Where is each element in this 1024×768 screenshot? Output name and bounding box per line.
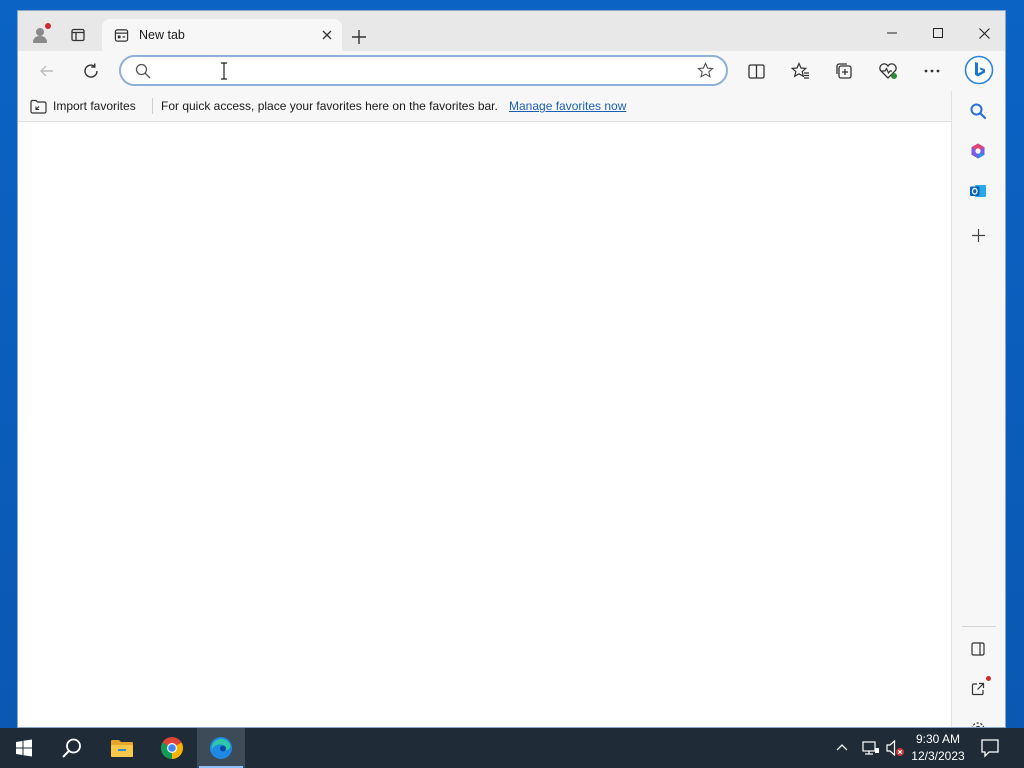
sidebar-add-button[interactable] bbox=[965, 222, 991, 248]
refresh-button[interactable] bbox=[76, 56, 106, 86]
outlook-icon bbox=[970, 185, 986, 197]
edge-icon bbox=[210, 737, 232, 759]
file-explorer-icon bbox=[111, 740, 133, 757]
split-screen-icon bbox=[747, 63, 765, 79]
microsoft-365-icon bbox=[971, 143, 985, 159]
taskbar-search-button[interactable] bbox=[48, 728, 96, 768]
start-button[interactable] bbox=[0, 728, 48, 768]
sidebar-settings-button[interactable] bbox=[965, 716, 991, 727]
minimize-button[interactable] bbox=[869, 19, 915, 47]
navigation-bar bbox=[18, 51, 1005, 91]
refresh-icon bbox=[84, 63, 98, 78]
back-icon bbox=[40, 65, 53, 77]
settings-and-more-button[interactable] bbox=[917, 57, 947, 85]
new-tab-button[interactable] bbox=[347, 25, 371, 49]
search-icon bbox=[135, 63, 151, 82]
back-button[interactable] bbox=[32, 56, 62, 86]
favorites-bar-message: For quick access, place your favorites h… bbox=[161, 99, 498, 113]
hide-sidebar-icon bbox=[971, 642, 985, 656]
minimize-icon bbox=[887, 32, 897, 34]
page-content bbox=[18, 122, 951, 727]
collections-button[interactable] bbox=[829, 57, 859, 85]
add-favorite-button[interactable] bbox=[697, 62, 714, 82]
tab-title: New tab bbox=[139, 28, 185, 42]
profile-button[interactable] bbox=[26, 21, 54, 49]
edge-sidebar bbox=[951, 91, 1005, 727]
workspaces-icon bbox=[71, 28, 85, 42]
collections-icon bbox=[836, 63, 852, 79]
star-icon bbox=[697, 62, 714, 78]
search-icon bbox=[62, 738, 81, 758]
clock-time: 9:30 AM bbox=[915, 732, 961, 746]
favorites-bar: Import favorites For quick access, place… bbox=[18, 91, 951, 122]
browser-essentials-icon bbox=[879, 63, 897, 79]
favorites-icon bbox=[790, 62, 809, 79]
taskbar-file-explorer[interactable] bbox=[98, 728, 146, 768]
workspaces-button[interactable] bbox=[64, 21, 92, 49]
network-icon bbox=[862, 741, 879, 755]
network-status[interactable] bbox=[862, 740, 880, 759]
tab-close-button[interactable] bbox=[318, 26, 336, 44]
favorites-button[interactable] bbox=[785, 57, 815, 85]
copilot-icon bbox=[964, 55, 994, 85]
taskbar-clock[interactable]: 9:30 AM 12/3/2023 bbox=[904, 731, 972, 765]
clock-date: 12/3/2023 bbox=[911, 749, 965, 763]
split-screen-button[interactable] bbox=[741, 57, 771, 85]
maximize-icon bbox=[933, 28, 943, 38]
open-external-icon bbox=[971, 682, 985, 696]
address-input[interactable] bbox=[161, 61, 685, 83]
tab-strip: New tab bbox=[18, 11, 1005, 51]
manage-favorites-link[interactable]: Manage favorites now bbox=[509, 99, 626, 113]
chrome-icon bbox=[161, 737, 183, 759]
tab-new-tab[interactable]: New tab bbox=[102, 19, 342, 51]
open-external-button[interactable] bbox=[965, 676, 991, 702]
show-hidden-icons-button[interactable] bbox=[836, 740, 848, 754]
close-window-button[interactable] bbox=[961, 19, 1005, 47]
notification-dot bbox=[986, 676, 991, 681]
taskbar-chrome[interactable] bbox=[148, 728, 196, 768]
start-icon bbox=[16, 739, 32, 757]
taskbar: 9:30 AM 12/3/2023 bbox=[0, 728, 1024, 768]
volume-status[interactable] bbox=[885, 739, 905, 760]
sidebar-microsoft-365-button[interactable] bbox=[965, 138, 991, 164]
sidebar-search-button[interactable] bbox=[965, 98, 991, 124]
browser-essentials-button[interactable] bbox=[873, 57, 903, 85]
action-center-button[interactable] bbox=[980, 738, 1000, 761]
browser-window: New tab Import favorites For quick acces… bbox=[17, 10, 1006, 728]
import-favorites-icon bbox=[30, 99, 47, 114]
close-icon bbox=[978, 27, 990, 39]
favorites-divider bbox=[152, 98, 153, 114]
notification-icon bbox=[981, 739, 999, 758]
close-icon bbox=[322, 30, 332, 40]
sidebar-divider bbox=[962, 626, 996, 627]
import-favorites-button[interactable]: Import favorites bbox=[30, 96, 136, 116]
notification-dot bbox=[45, 23, 51, 29]
maximize-button[interactable] bbox=[915, 19, 961, 47]
hide-sidebar-button[interactable] bbox=[965, 636, 991, 662]
new-tab-page-icon bbox=[113, 27, 129, 43]
volume-muted-icon bbox=[886, 739, 904, 757]
more-icon bbox=[924, 69, 940, 73]
chevron-up-icon bbox=[836, 744, 848, 751]
copilot-button[interactable] bbox=[963, 54, 995, 86]
taskbar-edge[interactable] bbox=[197, 728, 245, 768]
add-icon bbox=[971, 228, 985, 242]
settings-icon bbox=[971, 722, 985, 727]
import-favorites-label: Import favorites bbox=[53, 99, 136, 113]
search-icon bbox=[970, 103, 987, 120]
text-cursor-icon bbox=[221, 62, 227, 80]
address-bar[interactable] bbox=[119, 55, 728, 86]
plus-icon bbox=[352, 30, 366, 44]
sidebar-outlook-button[interactable] bbox=[965, 178, 991, 204]
